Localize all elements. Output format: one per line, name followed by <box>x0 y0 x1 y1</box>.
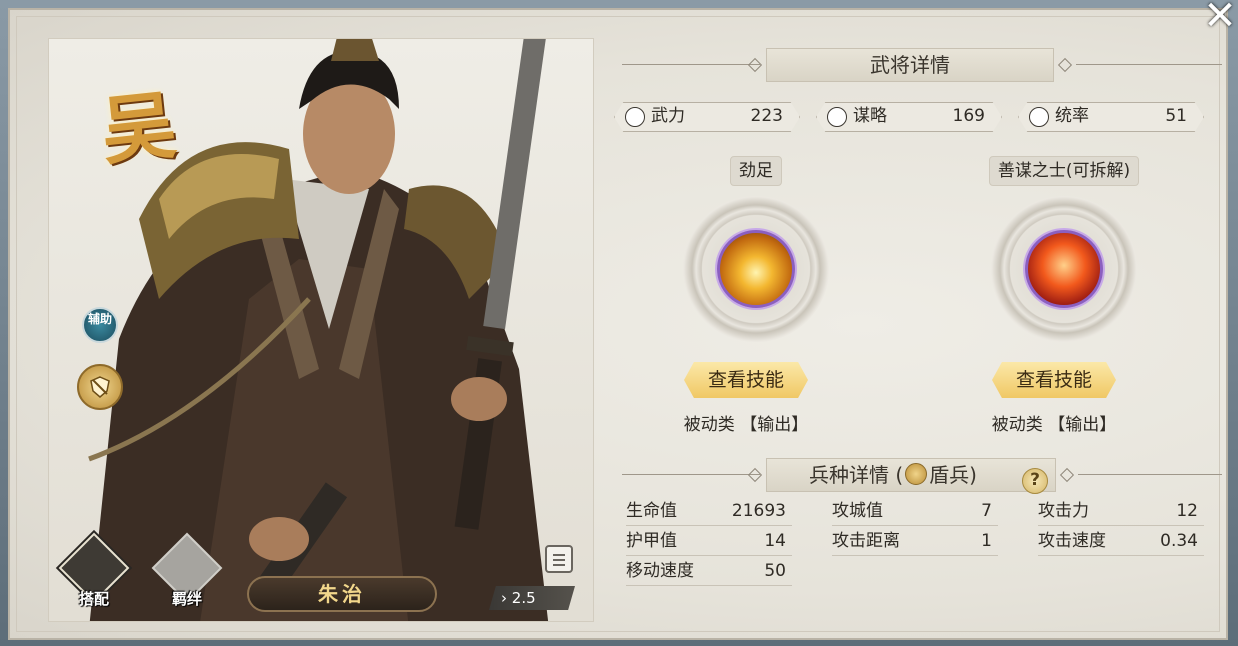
stat-label: 统率 <box>1055 106 1089 126</box>
troop-stat-move-speed: 移动速度 50 <box>626 558 792 586</box>
skill-type: 被动类 【输出】 <box>944 410 1164 435</box>
troop-type: 盾兵 <box>929 463 970 487</box>
hero-detail-panel: 吴 辅助 搭配 羁绊 朱治 › 2.5 武将详情 武力 223 谋略 169 统… <box>8 8 1228 640</box>
divider <box>622 64 760 65</box>
divider <box>1076 64 1222 65</box>
troop-stat-hp: 生命值 21693 <box>626 498 792 526</box>
bond-label: 羁绊 <box>171 590 202 608</box>
troop-stat-armor: 护甲值 14 <box>626 528 792 556</box>
golden-flame-icon[interactable] <box>717 230 795 308</box>
chevron-right-icon: › <box>501 589 507 607</box>
skill-ring <box>991 196 1137 342</box>
troop-stat-range: 攻击距离 1 <box>832 528 998 556</box>
skill-tag: 【输出】 <box>740 415 809 435</box>
faction-emblem: 吴 <box>97 82 180 176</box>
troop-stat-value: 21693 <box>731 501 786 521</box>
troop-stat-siege: 攻城值 7 <box>832 498 998 526</box>
strategy-icon <box>827 107 847 127</box>
help-icon[interactable]: ? <box>1022 468 1048 494</box>
troop-details-title: 兵种详情 ( 盾兵) <box>766 458 1056 492</box>
troop-stat-label: 攻城值 <box>832 501 883 521</box>
ornament <box>1059 467 1075 483</box>
ornament <box>1057 57 1073 73</box>
stat-value: 51 <box>1165 106 1187 126</box>
skill-name: 善谋之士(可拆解) <box>988 156 1140 186</box>
equip-button[interactable]: 搭配 <box>58 532 130 608</box>
troop-stat-label: 攻击力 <box>1038 501 1089 521</box>
troop-stat-value: 7 <box>981 501 992 521</box>
stat-force: 武力 223 <box>614 102 800 132</box>
flag-icon <box>1029 107 1049 127</box>
skill-category: 被动类 <box>683 415 735 435</box>
general-details-title: 武将详情 <box>766 48 1054 82</box>
troop-stat-label: 攻击速度 <box>1038 531 1106 551</box>
crossed-swords-icon <box>625 107 645 127</box>
divider <box>1078 474 1222 475</box>
hero-portrait: 吴 辅助 搭配 羁绊 朱治 › 2.5 <box>48 38 594 622</box>
troop-title-text: 兵种详情 ( <box>809 463 904 487</box>
fire-warrior-icon[interactable] <box>1025 230 1103 308</box>
troop-stat-label: 护甲值 <box>626 531 677 551</box>
dialog-frame: 吴 辅助 搭配 羁绊 朱治 › 2.5 武将详情 武力 223 谋略 169 统… <box>0 0 1238 646</box>
close-icon[interactable]: ✕ <box>1202 0 1238 36</box>
troop-title-text: ) <box>969 463 977 487</box>
role-badge: 辅助 <box>82 307 118 343</box>
skill-card: 劲足 查看技能 被动类 【输出】 <box>636 156 876 456</box>
troop-stat-label: 攻击距离 <box>832 531 900 551</box>
shield-icon <box>905 463 928 485</box>
stat-command: 统率 51 <box>1018 102 1204 132</box>
troop-stat-value: 14 <box>764 531 786 551</box>
stat-label: 武力 <box>651 106 685 126</box>
troop-stat-label: 生命值 <box>626 501 677 521</box>
skill-category: 被动类 <box>991 415 1043 435</box>
troop-stat-attack-speed: 攻击速度 0.34 <box>1038 528 1204 556</box>
stat-strategy: 谋略 169 <box>816 102 1002 132</box>
stat-value: 223 <box>750 106 783 126</box>
skill-tag: 【输出】 <box>1048 415 1117 435</box>
hero-name: 朱治 <box>247 576 437 612</box>
cost-tag: › 2.5 <box>489 586 575 610</box>
divider <box>622 474 760 475</box>
list-icon[interactable] <box>545 545 573 573</box>
bond-button[interactable]: 羁绊 <box>151 532 223 608</box>
troop-stat-attack: 攻击力 12 <box>1038 498 1204 526</box>
skill-card: 善谋之士(可拆解) 查看技能 被动类 【输出】 <box>944 156 1184 456</box>
troop-stat-label: 移动速度 <box>626 561 694 581</box>
troop-stat-value: 0.34 <box>1160 531 1198 551</box>
troop-type-button[interactable] <box>77 364 123 410</box>
cost-value: 2.5 <box>511 589 536 607</box>
skill-name: 劲足 <box>730 156 782 186</box>
shield-icon <box>90 376 110 398</box>
stat-value: 169 <box>952 106 985 126</box>
skill-ring <box>683 196 829 342</box>
view-skill-button[interactable]: 查看技能 <box>992 362 1116 398</box>
troop-stat-value: 50 <box>764 561 786 581</box>
view-skill-button[interactable]: 查看技能 <box>684 362 808 398</box>
ornament <box>747 467 763 483</box>
troop-stat-value: 12 <box>1176 501 1198 521</box>
skill-type: 被动类 【输出】 <box>636 410 856 435</box>
stat-label: 谋略 <box>853 106 887 126</box>
ornament <box>747 57 763 73</box>
troop-stat-value: 1 <box>981 531 992 551</box>
equip-label: 搭配 <box>78 590 109 608</box>
